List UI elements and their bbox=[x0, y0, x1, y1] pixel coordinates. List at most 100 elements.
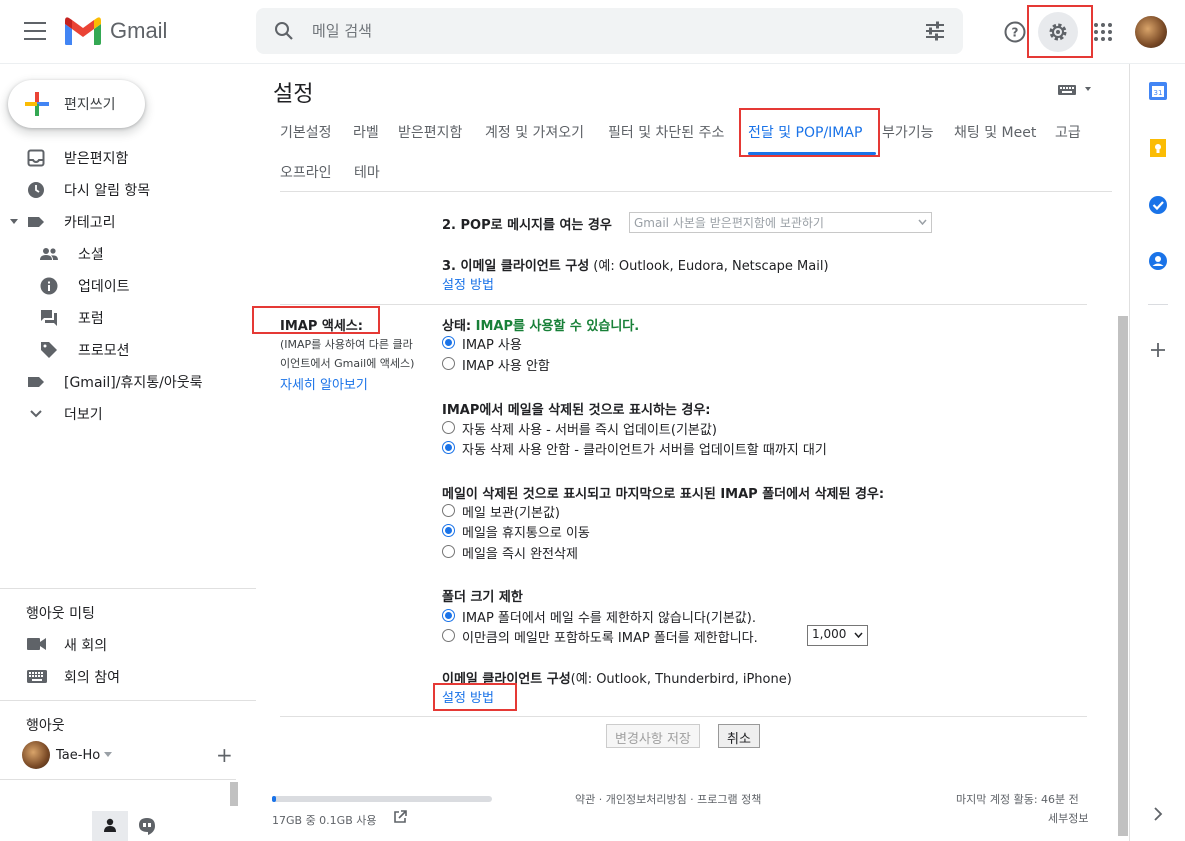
apps-grid-icon[interactable] bbox=[1083, 12, 1123, 52]
tab-labels[interactable]: 라벨 bbox=[353, 122, 379, 142]
join-meeting-button[interactable]: 회의 참여 bbox=[0, 661, 256, 691]
no-limit-label[interactable]: IMAP 폴더에서 메일 수를 제한하지 않습니다(기본값). bbox=[462, 607, 756, 626]
tab-inbox[interactable]: 받은편지함 bbox=[398, 122, 462, 142]
caret-down-icon[interactable] bbox=[10, 219, 18, 224]
calendar-icon[interactable]: 31 bbox=[1148, 81, 1168, 101]
tab-addons[interactable]: 부가기능 bbox=[882, 122, 934, 142]
limit-label[interactable]: 이만큼의 메일만 포함하도록 IMAP 폴더를 제한합니다. bbox=[462, 627, 758, 646]
main-menu-icon[interactable] bbox=[24, 22, 46, 40]
tasks-icon[interactable] bbox=[1148, 195, 1168, 215]
imap-desc-1: (IMAP를 사용하여 다른 클라 bbox=[280, 338, 413, 351]
move-to-trash-label[interactable]: 메일을 휴지통으로 이동 bbox=[462, 522, 590, 541]
compose-plus-icon bbox=[25, 92, 49, 116]
pop-config-link[interactable]: 설정 방법 bbox=[442, 274, 494, 293]
person-icon bbox=[104, 818, 116, 832]
save-changes-button[interactable]: 변경사항 저장 bbox=[606, 724, 700, 748]
contacts-icon[interactable] bbox=[1148, 251, 1168, 271]
meet-title: 행아웃 미팅 bbox=[26, 606, 95, 622]
storage-bar bbox=[272, 796, 492, 802]
hangouts-user[interactable]: Tae-Ho bbox=[22, 741, 113, 769]
contacts-tab[interactable] bbox=[92, 811, 128, 841]
account-avatar[interactable] bbox=[1135, 16, 1167, 48]
divider bbox=[1148, 304, 1168, 305]
config-link-highlight bbox=[433, 683, 517, 711]
section-divider bbox=[280, 304, 1087, 305]
sidebar-item-forums[interactable]: 포럼 bbox=[0, 302, 256, 334]
search-input[interactable] bbox=[312, 20, 872, 42]
keyboard-icon bbox=[27, 670, 47, 683]
no-limit-radio[interactable] bbox=[442, 609, 455, 622]
tab-chat-meet[interactable]: 채팅 및 Meet bbox=[954, 122, 1036, 142]
tab-accounts[interactable]: 계정 및 가져오기 bbox=[485, 122, 584, 142]
search-icon[interactable] bbox=[274, 21, 294, 41]
info-icon bbox=[40, 277, 58, 295]
compose-button[interactable]: 편지쓰기 bbox=[8, 80, 145, 128]
add-contact-icon[interactable]: + bbox=[216, 745, 233, 765]
imap-enable-label[interactable]: IMAP 사용 bbox=[462, 334, 522, 353]
auto-expunge-off-radio[interactable] bbox=[442, 441, 455, 454]
imap-learn-more-link[interactable]: 자세히 알아보기 bbox=[280, 374, 368, 393]
keep-icon[interactable] bbox=[1148, 138, 1168, 158]
archive-radio[interactable] bbox=[442, 504, 455, 517]
hangouts-title: 행아웃 bbox=[26, 718, 65, 734]
sidebar-item-snoozed[interactable]: 다시 알림 항목 bbox=[0, 174, 256, 206]
folder-limit-title: 폴더 크기 제한 bbox=[442, 590, 523, 605]
sidebar-item-inbox[interactable]: 받은편지함 bbox=[0, 142, 256, 174]
get-addons-plus-icon[interactable] bbox=[1148, 340, 1168, 360]
auto-expunge-on-radio[interactable] bbox=[442, 421, 455, 434]
tab-filters[interactable]: 필터 및 차단된 주소 bbox=[608, 122, 724, 142]
sidebar-item-categories[interactable]: 카테고리 bbox=[0, 206, 256, 238]
archive-label[interactable]: 메일 보관(기본값) bbox=[462, 502, 560, 521]
imap-desc-2: 이언트에서 Gmail에 액세스) bbox=[280, 357, 415, 370]
cancel-button[interactable]: 취소 bbox=[718, 724, 760, 748]
gmail-logo[interactable]: Gmail bbox=[64, 16, 167, 46]
inbox-icon bbox=[27, 149, 45, 167]
tab-offline[interactable]: 오프라인 bbox=[280, 162, 332, 182]
tag-icon bbox=[41, 342, 57, 358]
search-options-icon[interactable] bbox=[925, 21, 945, 41]
settings-main: 설정 기본설정 라벨 받은편지함 계정 및 가져오기 필터 및 차단된 주소 전… bbox=[252, 64, 1128, 841]
imap-disable-label[interactable]: IMAP 사용 안함 bbox=[462, 355, 550, 374]
delete-forever-label[interactable]: 메일을 즉시 완전삭제 bbox=[462, 543, 578, 562]
limit-radio[interactable] bbox=[442, 629, 455, 642]
external-link-icon[interactable] bbox=[393, 810, 407, 824]
caret-down-icon[interactable] bbox=[104, 752, 113, 758]
hangouts-chat-icon[interactable] bbox=[139, 818, 155, 836]
sidebar-item-more[interactable]: 더보기 bbox=[0, 398, 256, 430]
pop-step3: 3. 이메일 클라이언트 구성 (예: Outlook, Eudora, Net… bbox=[442, 259, 829, 274]
imap-enable-radio[interactable] bbox=[442, 336, 455, 349]
auto-expunge-on-label[interactable]: 자동 삭제 사용 - 서버를 즉시 업데이트(기본값) bbox=[462, 419, 717, 438]
sidebar-scrollbar[interactable] bbox=[230, 782, 238, 806]
forum-icon bbox=[41, 310, 57, 326]
tab-themes[interactable]: 테마 bbox=[354, 162, 380, 182]
sidebar-item-promotions[interactable]: 프로모션 bbox=[0, 334, 256, 366]
chevron-down-icon bbox=[854, 632, 863, 638]
sidebar-item-social[interactable]: 소셜 bbox=[0, 238, 256, 270]
tab-general[interactable]: 기본설정 bbox=[280, 122, 332, 142]
folder-limit-select[interactable]: 1,000 bbox=[807, 625, 868, 646]
auto-expunge-off-label[interactable]: 자동 삭제 사용 안함 - 클라이언트가 서버를 업데이트할 때까지 대기 bbox=[462, 439, 827, 458]
details-link[interactable]: 세부정보 bbox=[1048, 810, 1088, 826]
sidebar-item-trash-outlook[interactable]: [Gmail]/휴지통/아웃룩 bbox=[0, 366, 256, 398]
hangouts-section: 행아웃 Tae-Ho + bbox=[0, 700, 256, 810]
footer-links[interactable]: 약관 · 개인정보처리방침 · 프로그램 정책 bbox=[575, 791, 761, 807]
label-icon bbox=[28, 377, 44, 387]
compose-label: 편지쓰기 bbox=[64, 97, 116, 113]
new-meeting-button[interactable]: 새 회의 bbox=[0, 629, 256, 659]
input-tools-keyboard-icon[interactable] bbox=[1058, 84, 1092, 96]
user-avatar bbox=[22, 741, 50, 769]
divider bbox=[0, 779, 236, 780]
move-to-trash-radio[interactable] bbox=[442, 524, 455, 537]
imap-status: 상태: IMAP를 사용할 수 있습니다. bbox=[442, 319, 640, 334]
imap-disable-radio[interactable] bbox=[442, 357, 455, 370]
sidebar-item-updates[interactable]: 업데이트 bbox=[0, 270, 256, 302]
chevron-down-icon bbox=[30, 410, 42, 418]
pop-action-select[interactable]: Gmail 사본을 받은편지함에 보관하기 bbox=[629, 212, 932, 233]
chevron-right-icon[interactable] bbox=[1148, 804, 1168, 824]
main-scrollbar[interactable] bbox=[1118, 316, 1128, 836]
tab-advanced[interactable]: 고급 bbox=[1055, 122, 1081, 142]
label-icon bbox=[28, 217, 44, 227]
imap-expunge-title: 메일이 삭제된 것으로 표시되고 마지막으로 표시된 IMAP 폴더에서 삭제된… bbox=[442, 487, 885, 502]
delete-forever-radio[interactable] bbox=[442, 545, 455, 558]
people-icon bbox=[40, 248, 58, 260]
